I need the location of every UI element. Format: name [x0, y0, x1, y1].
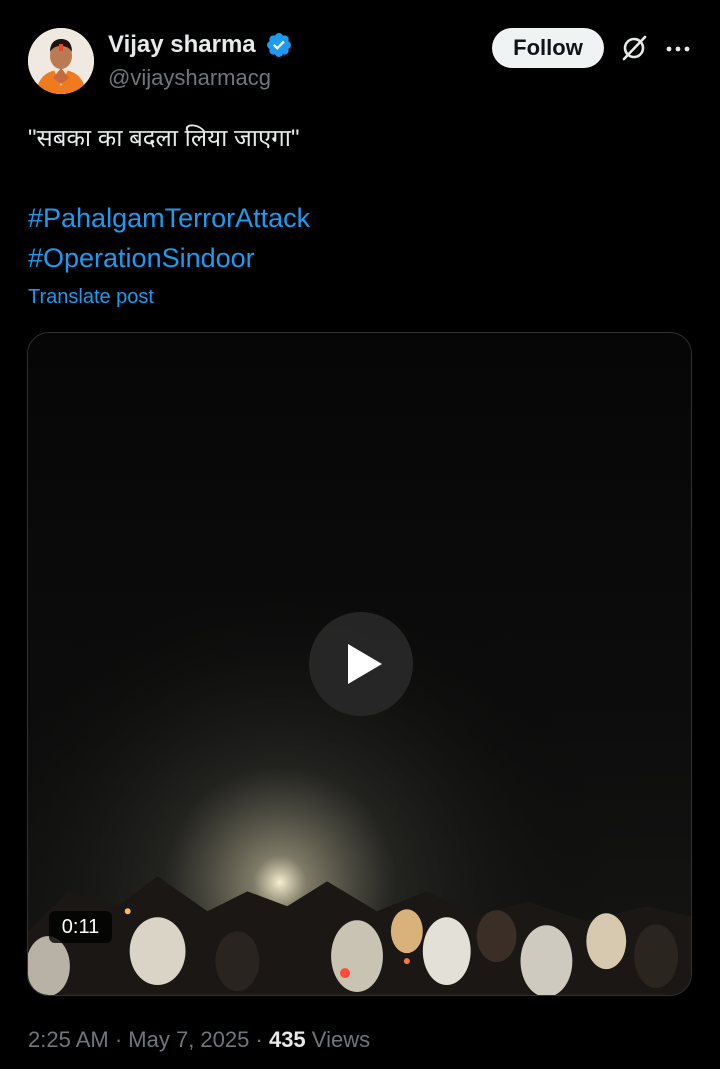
play-icon — [348, 644, 382, 684]
grok-icon[interactable] — [620, 34, 648, 62]
author-name[interactable]: Vijay sharma — [108, 30, 256, 60]
hashtag-link[interactable]: #OperationSindoor — [28, 241, 255, 275]
views-label: Views — [311, 1027, 371, 1052]
avatar-image — [28, 28, 94, 94]
views-count: 435 — [268, 1027, 306, 1052]
video-duration-badge: 0:11 — [49, 911, 112, 943]
follow-button[interactable]: Follow — [492, 28, 604, 68]
author-avatar[interactable] — [28, 28, 94, 94]
verified-badge-icon — [267, 33, 291, 57]
post-time[interactable]: 2:25 AM — [28, 1027, 109, 1052]
more-options-icon[interactable] — [665, 36, 691, 62]
meta-separator: · — [255, 1027, 263, 1052]
author-handle[interactable]: @vijaysharmacg — [108, 64, 271, 92]
translate-post-link[interactable]: Translate post — [28, 284, 154, 310]
post-date[interactable]: May 7, 2025 — [128, 1027, 249, 1052]
play-button[interactable] — [309, 612, 413, 716]
post-text: "सबका का बदला लिया जाएगा" — [28, 125, 300, 152]
meta-separator: · — [114, 1027, 123, 1052]
hashtag-link[interactable]: #PahalgamTerrorAttack — [28, 201, 310, 235]
video-player[interactable]: 0:11 — [27, 332, 692, 996]
post-metadata: 2:25 AM · May 7, 2025 · 435 Views — [28, 1025, 370, 1055]
